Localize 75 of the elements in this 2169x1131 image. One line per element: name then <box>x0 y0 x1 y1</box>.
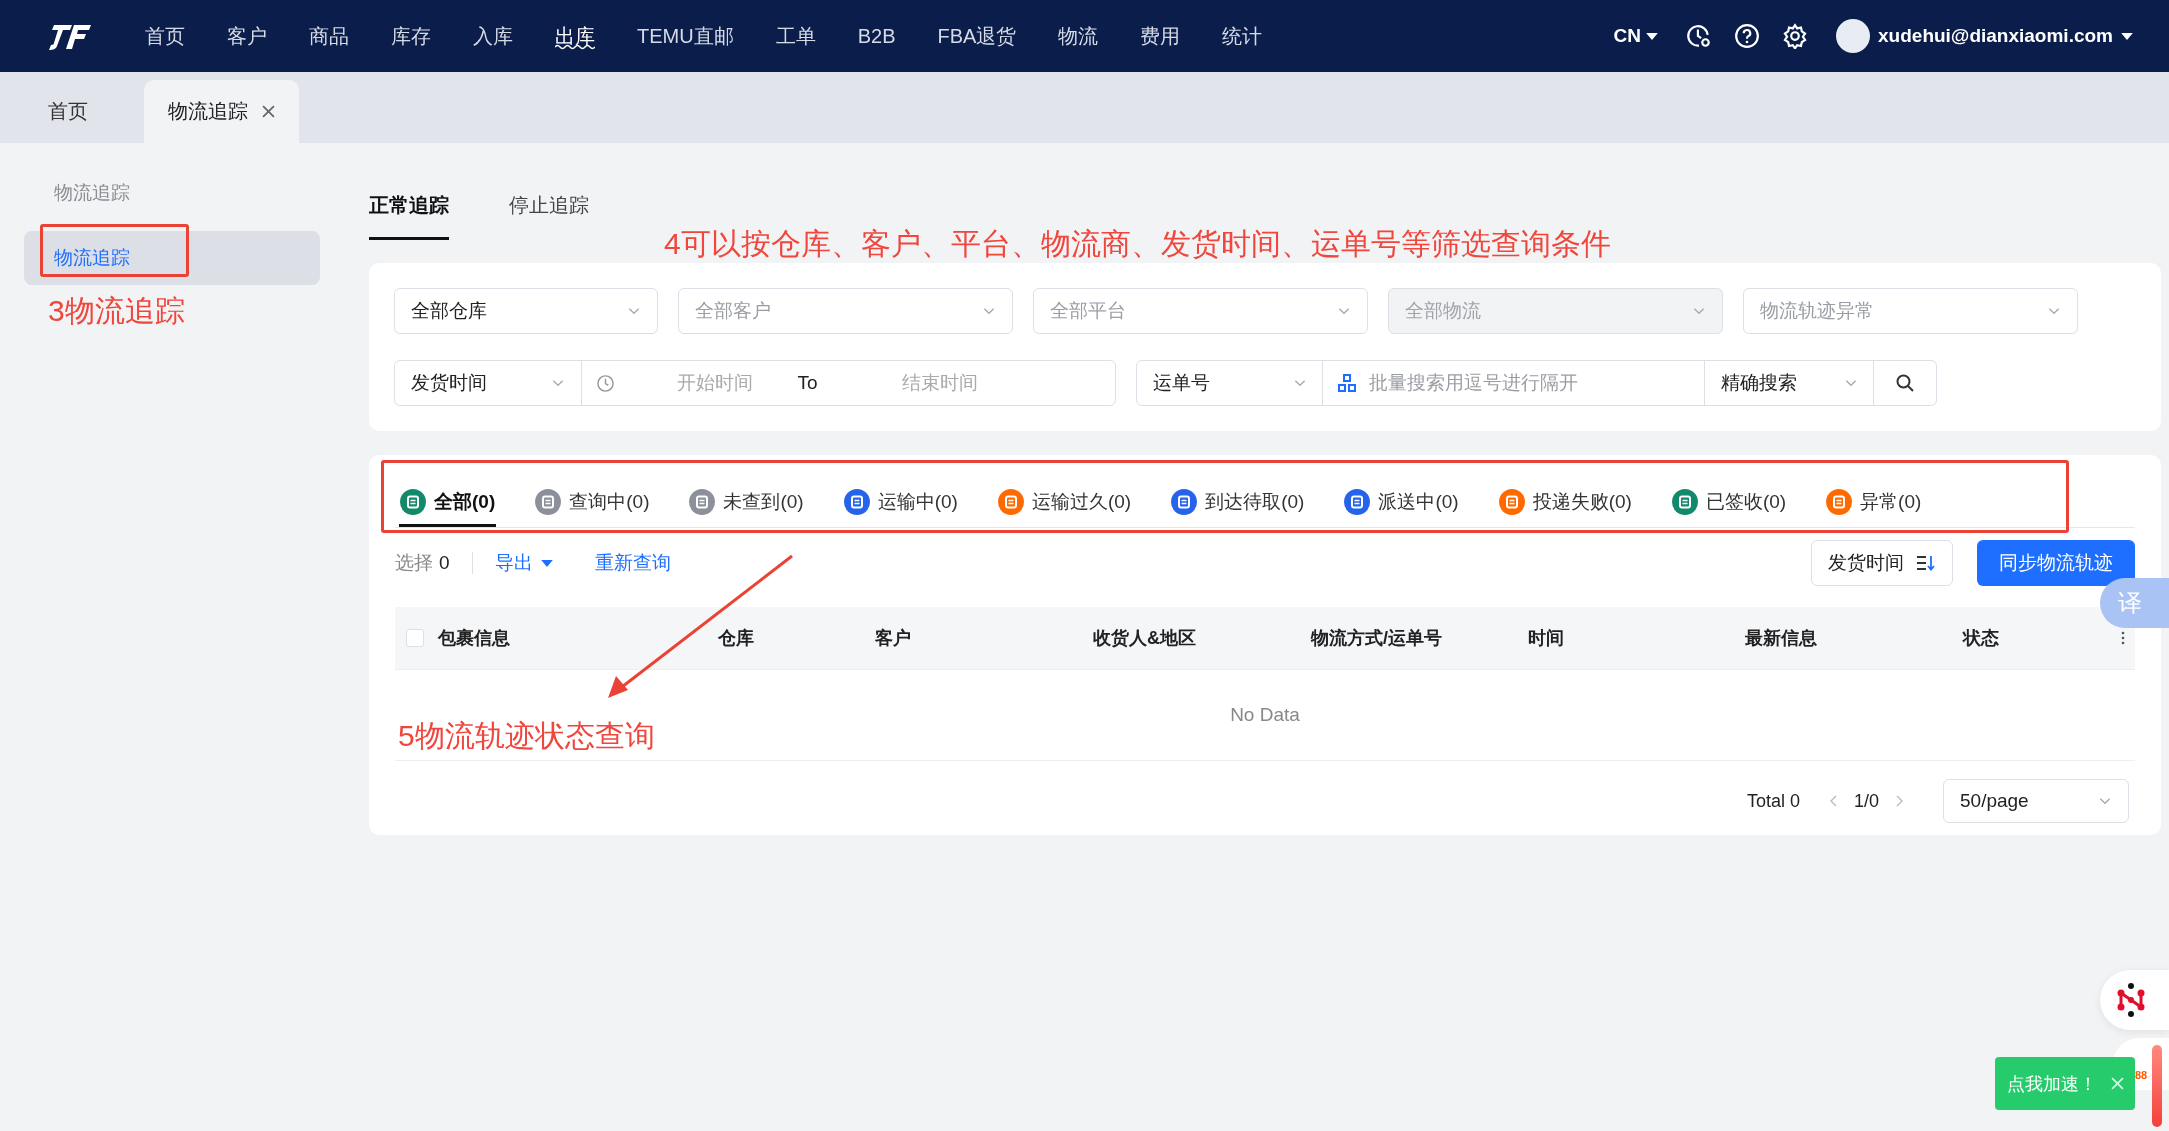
column-header: 物流方式/运单号 <box>1309 627 1443 650</box>
select-field: 全部物流 <box>1388 288 1723 334</box>
nav-item[interactable]: 出库 <box>534 0 616 72</box>
caret-icon <box>1646 32 1659 40</box>
annotation-text: 3物流追踪 <box>48 293 185 329</box>
clock-icon[interactable] <box>1686 23 1713 49</box>
annotation-text: 5物流轨迹状态查询 <box>398 718 655 754</box>
selection-label: 选择 <box>395 551 433 575</box>
nav-item[interactable]: B2B <box>836 0 917 72</box>
column-header: 包裹信息 <box>437 627 511 650</box>
column-header: 时间 <box>1527 627 1565 650</box>
nav-item[interactable]: 工单 <box>754 0 837 72</box>
selection-count: 0 <box>439 552 450 574</box>
requery-link[interactable]: 重新查询 <box>594 550 671 576</box>
page-indicator: 1/0 <box>1853 790 1879 812</box>
nav-item[interactable]: 费用 <box>1119 0 1202 72</box>
nav-item[interactable]: 首页 <box>124 0 206 72</box>
avatar-icon <box>1836 19 1871 53</box>
nav-item[interactable]: 统计 <box>1201 0 1284 72</box>
nav-item[interactable]: 物流 <box>1037 0 1120 72</box>
column-header: 收货人&地区 <box>1092 627 1197 650</box>
select-field[interactable]: 全部仓库 <box>394 288 658 334</box>
caret-icon <box>540 559 553 567</box>
wave-underline-icon <box>555 44 595 50</box>
select-field[interactable]: 运单号 <box>1135 360 1324 406</box>
column-header: 最新信息 <box>1744 627 1818 650</box>
sort-icon <box>1916 555 1936 571</box>
search-button[interactable] <box>1873 360 1937 406</box>
status-tab[interactable]: 派送中(0) <box>1343 479 1460 527</box>
empty-text: No Data <box>1230 704 1300 726</box>
clock-icon <box>595 373 615 393</box>
nav-item[interactable]: FBA退货 <box>916 0 1038 72</box>
sync-button[interactable]: 同步物流轨迹 <box>1977 540 2135 586</box>
column-header: 仓库 <box>717 627 755 650</box>
select-field[interactable]: 发货时间 <box>394 360 582 406</box>
tab[interactable]: 停止追踪 <box>509 192 589 240</box>
caret-icon <box>2121 32 2133 40</box>
sidebar-heading: 物流追踪 <box>53 181 131 205</box>
status-tab[interactable]: 异常(0) <box>1825 479 1923 527</box>
plugin-button[interactable] <box>2100 970 2169 1030</box>
language-selector[interactable]: CN <box>1607 24 1665 48</box>
nav-item[interactable]: TEMU直邮 <box>616 0 755 72</box>
settings-icon[interactable] <box>1782 23 1809 49</box>
status-tab[interactable]: 到达待取(0) <box>1170 479 1306 527</box>
status-tab[interactable]: 未查到(0) <box>688 479 805 527</box>
nav-item[interactable]: 入库 <box>452 0 534 72</box>
nav-item[interactable]: 客户 <box>206 0 288 72</box>
page-tab[interactable]: 物流追踪 <box>144 80 299 143</box>
nav-item[interactable]: 商品 <box>288 0 370 72</box>
batch-search-input[interactable]: 批量搜索用逗号进行隔开 <box>1322 360 1705 406</box>
status-tab[interactable]: 运输过久(0) <box>996 479 1133 527</box>
export-link[interactable]: 导出 <box>494 550 553 576</box>
status-tab[interactable]: 已签收(0) <box>1670 479 1788 527</box>
select-field[interactable]: 50/page <box>1943 779 2129 823</box>
close-icon[interactable] <box>262 105 275 118</box>
annotation-text: 4可以按仓库、客户、平台、物流商、发货时间、运单号等筛选查询条件 <box>664 226 1611 262</box>
select-field[interactable]: 精确搜索 <box>1703 360 1875 406</box>
column-header: 状态 <box>1961 627 2000 650</box>
user-menu[interactable]: xudehui@dianxiaomi.com <box>1830 18 2139 54</box>
sort-button[interactable]: 发货时间 <box>1811 540 1953 586</box>
help-icon[interactable] <box>1734 23 1761 49</box>
status-tab[interactable]: 运输中(0) <box>842 479 959 527</box>
tab[interactable]: 正常追踪 <box>369 192 449 240</box>
date-range-picker[interactable]: 开始时间 To 结束时间 <box>580 360 1116 406</box>
nav-item[interactable]: 库存 <box>370 0 452 72</box>
status-tab[interactable]: 投递失败(0) <box>1497 479 1633 527</box>
page-tab[interactable]: 首页 <box>22 80 114 143</box>
search-icon <box>1895 373 1915 393</box>
status-tab[interactable]: 全部(0) <box>399 479 497 527</box>
total-count: Total 0 <box>1746 790 1800 812</box>
status-tab[interactable]: 查询中(0) <box>534 479 651 527</box>
column-header: 客户 <box>874 627 912 650</box>
more-icon[interactable] <box>2121 631 2125 645</box>
grid-icon <box>1338 374 1356 392</box>
checkbox[interactable] <box>406 629 424 647</box>
